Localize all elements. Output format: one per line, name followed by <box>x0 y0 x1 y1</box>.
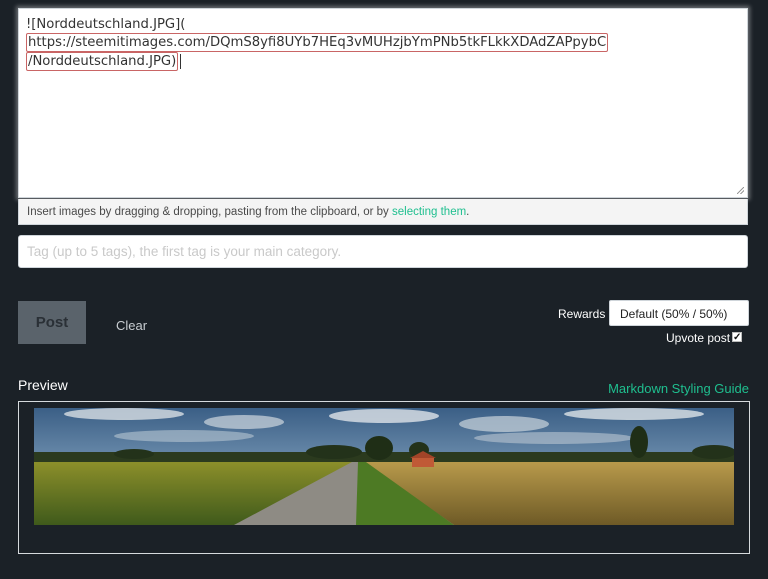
markdown-styling-guide-link[interactable]: Markdown Styling Guide <box>608 381 749 396</box>
text-caret <box>180 53 182 69</box>
upload-hint-suffix: . <box>466 206 470 218</box>
image-markdown-prefix: ![Norddeutschland.JPG]( <box>26 17 186 32</box>
resize-grip-icon[interactable] <box>737 187 744 194</box>
post-body-editor[interactable]: ![Norddeutschland.JPG](https://steemitim… <box>18 8 748 198</box>
upvote-post-checkbox[interactable]: ✓ <box>732 332 742 343</box>
editor-content[interactable]: ![Norddeutschland.JPG](https://steemitim… <box>26 16 726 71</box>
preview-landscape-image <box>34 408 734 525</box>
upvote-post-label: Upvote post <box>666 331 731 345</box>
clear-button[interactable]: Clear <box>116 318 147 333</box>
post-button[interactable]: Post <box>18 301 86 344</box>
preview-title: Preview <box>18 377 68 393</box>
image-url-line-1: https://steemitimages.com/DQmS8yfi8UYb7H… <box>26 33 609 52</box>
select-images-link[interactable]: selecting them <box>392 206 466 218</box>
rewards-select[interactable]: Default (50% / 50%) <box>609 300 749 326</box>
image-url-line-2: /Norddeutschland.JPG) <box>26 52 179 71</box>
upload-hint-text: Insert images by dragging & dropping, pa… <box>27 206 393 218</box>
rewards-label: Rewards <box>558 307 606 321</box>
upload-hint-bar: Insert images by dragging & dropping, pa… <box>18 199 748 225</box>
tags-input[interactable] <box>18 235 748 268</box>
